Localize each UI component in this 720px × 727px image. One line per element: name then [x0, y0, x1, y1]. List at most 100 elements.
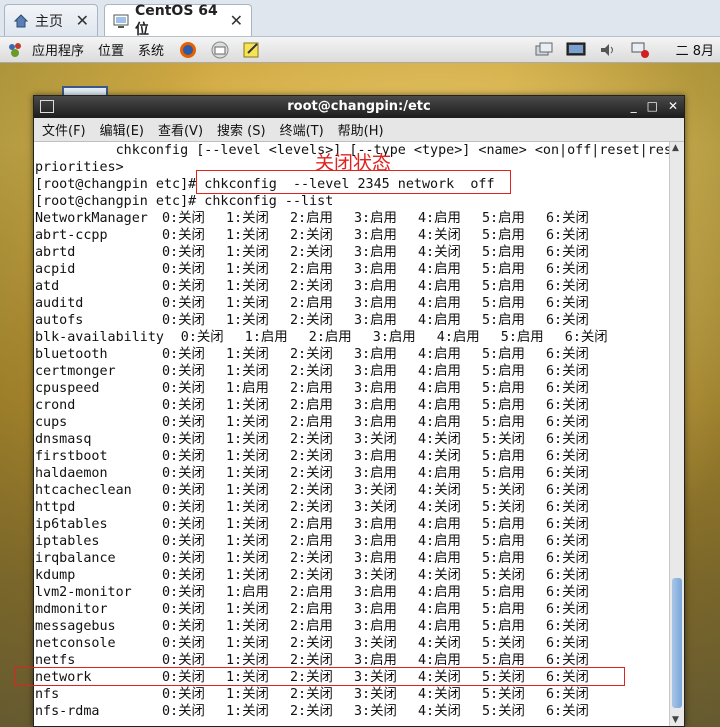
- service-name: cups: [35, 415, 68, 430]
- title-bar[interactable]: root@changpin:/etc _ □ ✕: [34, 96, 684, 118]
- runlevel-status: 5:启用: [482, 449, 525, 464]
- scrollbar[interactable]: ▲ ▼: [669, 142, 684, 726]
- runlevel-status: 1:关闭: [226, 211, 269, 226]
- runlevel-status: 2:启用: [290, 602, 333, 617]
- service-row: abrt-ccpp 0:关闭 1:关闭 2:关闭 3:启用 4:关闭 5:启用 6:关闭: [34, 227, 670, 244]
- runlevel-status: 5:启用: [482, 534, 525, 549]
- runlevel-status: 3:关闭: [354, 687, 397, 702]
- runlevel-status: 4:关闭: [418, 704, 461, 719]
- runlevel-status: 4:启用: [418, 296, 461, 311]
- menu-places[interactable]: 位置: [98, 40, 124, 59]
- service-name: blk-availability: [35, 330, 164, 345]
- close-icon[interactable]: ✕: [76, 11, 89, 30]
- runlevel-status: 2:关闭: [290, 347, 333, 362]
- runlevel-status: 1:关闭: [226, 619, 269, 634]
- clock[interactable]: 二 8月: [676, 40, 714, 59]
- runlevel-status: 4:关闭: [418, 687, 461, 702]
- runlevel-status: 0:关闭: [162, 228, 205, 243]
- runlevel-status: 4:启用: [418, 517, 461, 532]
- runlevel-status: 2:关闭: [290, 279, 333, 294]
- notes-icon[interactable]: [242, 41, 262, 59]
- service-name: ip6tables: [35, 517, 108, 532]
- runlevel-status: 0:关闭: [162, 364, 205, 379]
- runlevel-status: 1:关闭: [226, 415, 269, 430]
- runlevel-status: 6:关闭: [546, 466, 589, 481]
- service-row: iptables 0:关闭 1:关闭 2:启用 3:启用 4:启用 5:启用 6:关闭: [34, 533, 670, 550]
- service-name: httpd: [35, 500, 76, 515]
- menu-file[interactable]: 文件(F): [42, 120, 86, 139]
- service-name: nfs: [35, 687, 60, 702]
- service-row: certmonger 0:关闭 1:关闭 2:关闭 3:启用 4:启用 5:启用 6:关闭: [34, 363, 670, 380]
- runlevel-status: 6:关闭: [546, 245, 589, 260]
- runlevel-status: 3:启用: [354, 262, 397, 277]
- service-name: firstboot: [35, 449, 108, 464]
- close-icon[interactable]: ✕: [668, 99, 678, 113]
- scrollbar-thumb[interactable]: [672, 578, 682, 708]
- menu-edit[interactable]: 编辑(E): [100, 120, 144, 139]
- menu-system[interactable]: 系统: [138, 40, 164, 59]
- runlevel-status: 2:启用: [290, 517, 333, 532]
- runlevel-status: 3:启用: [354, 279, 397, 294]
- runlevel-status: 6:关闭: [546, 517, 589, 532]
- runlevel-status: 0:关闭: [162, 415, 205, 430]
- runlevel-status: 3:关闭: [354, 636, 397, 651]
- runlevel-status: 4:启用: [418, 415, 461, 430]
- firefox-icon[interactable]: [178, 41, 198, 59]
- service-row: netconsole 0:关闭 1:关闭 2:关闭 3:关闭 4:关闭 5:关闭 6:关闭: [34, 635, 670, 652]
- runlevel-status: 4:启用: [418, 466, 461, 481]
- service-row: abrtd 0:关闭 1:关闭 2:关闭 3:启用 4:关闭 5:启用 6:关闭: [34, 244, 670, 261]
- menu-search[interactable]: 搜索 (S): [217, 120, 266, 139]
- menu-view[interactable]: 查看(V): [158, 120, 203, 139]
- scroll-down-icon[interactable]: ▼: [672, 715, 679, 725]
- service-name: certmonger: [35, 364, 116, 379]
- close-icon[interactable]: ✕: [230, 11, 243, 30]
- runlevel-status: 0:关闭: [162, 279, 205, 294]
- service-row: ip6tables 0:关闭 1:关闭 2:启用 3:启用 4:启用 5:启用 6:关闭: [34, 516, 670, 533]
- runlevel-status: 0:关闭: [162, 313, 205, 328]
- service-row: nfs 0:关闭 1:关闭 2:关闭 3:关闭 4:关闭 5:关闭 6:关闭: [34, 686, 670, 703]
- runlevel-status: 2:启用: [290, 534, 333, 549]
- service-name: lvm2-monitor: [35, 585, 132, 600]
- runlevel-status: 2:关闭: [290, 313, 333, 328]
- runlevel-status: 0:关闭: [162, 568, 205, 583]
- service-name: abrtd: [35, 245, 76, 260]
- runlevel-status: 3:关闭: [354, 483, 397, 498]
- runlevel-status: 6:关闭: [546, 262, 589, 277]
- network-disconnected-icon[interactable]: [630, 41, 650, 59]
- volume-icon[interactable]: [598, 41, 618, 59]
- terminal-output[interactable]: chkconfig [--level <levels>] [--type <ty…: [34, 142, 670, 726]
- runlevel-status: 1:关闭: [226, 483, 269, 498]
- runlevel-status: 6:关闭: [546, 381, 589, 396]
- service-name: messagebus: [35, 619, 116, 634]
- runlevel-status: 0:关闭: [162, 296, 205, 311]
- menu-terminal[interactable]: 终端(T): [280, 120, 324, 139]
- runlevel-status: 3:启用: [354, 313, 397, 328]
- runlevel-status: 0:关闭: [162, 347, 205, 362]
- vm-tab-bar: 主页 ✕ CentOS 64 位 ✕: [0, 0, 720, 38]
- service-list: NetworkManager 0:关闭 1:关闭 2:启用 3:启用 4:启用 5:启用 6:…: [34, 210, 670, 720]
- service-row: crond 0:关闭 1:关闭 2:启用 3:启用 4:启用 5:启用 6:关闭: [34, 397, 670, 414]
- network-icon[interactable]: [534, 41, 554, 59]
- mail-icon[interactable]: [210, 41, 230, 59]
- service-row: httpd 0:关闭 1:关闭 2:关闭 3:关闭 4:关闭 5:关闭 6:关闭: [34, 499, 670, 516]
- service-name: auditd: [35, 296, 84, 311]
- maximize-icon[interactable]: □: [647, 99, 658, 113]
- runlevel-status: 5:关闭: [482, 483, 525, 498]
- runlevel-status: 6:关闭: [546, 296, 589, 311]
- runlevel-status: 2:启用: [290, 211, 333, 226]
- runlevel-status: 4:启用: [418, 585, 461, 600]
- scroll-up-icon[interactable]: ▲: [672, 143, 679, 153]
- service-row: atd 0:关闭 1:关闭 2:关闭 3:启用 4:启用 5:启用 6:关闭: [34, 278, 670, 295]
- runlevel-status: 4:启用: [418, 364, 461, 379]
- minimize-icon[interactable]: _: [631, 99, 637, 113]
- tab-centos[interactable]: CentOS 64 位 ✕: [104, 2, 252, 38]
- runlevel-status: 0:关闭: [162, 466, 205, 481]
- menu-help[interactable]: 帮助(H): [338, 120, 384, 139]
- service-name: crond: [35, 398, 76, 413]
- runlevel-status: 4:关闭: [418, 228, 461, 243]
- menu-applications[interactable]: 应用程序: [32, 40, 84, 59]
- runlevel-status: 0:关闭: [162, 551, 205, 566]
- tab-home[interactable]: 主页 ✕: [4, 4, 98, 36]
- display-icon[interactable]: [566, 41, 586, 59]
- tab-centos-label: CentOS 64 位: [135, 2, 218, 38]
